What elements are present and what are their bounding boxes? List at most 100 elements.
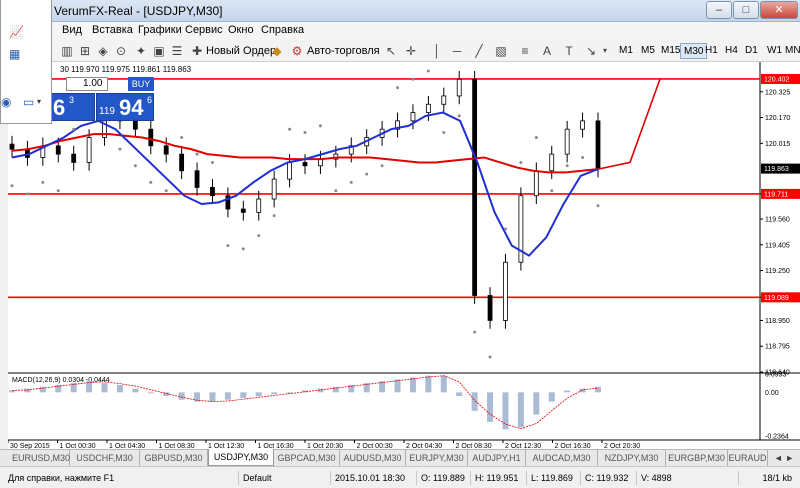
macd-histogram-bar	[116, 384, 123, 393]
chevron-down-icon[interactable]: ▾	[37, 96, 51, 108]
cursor-icon[interactable]: ↖	[384, 44, 398, 58]
tf-m1[interactable]: M1	[616, 43, 636, 59]
menu-insert[interactable]: Вставка	[92, 24, 133, 36]
new-order-button[interactable]: Новый Ордер	[206, 43, 276, 59]
tab-eurgbp[interactable]: EURGBP,M30	[666, 450, 728, 466]
tab-nzdjpy[interactable]: NZDJPY,M30	[598, 450, 666, 466]
tab-usdchf[interactable]: USDCHF,M30	[70, 450, 140, 466]
parabolic-sar-dot	[149, 180, 153, 184]
tab-eurjpy[interactable]: EURJPY,M30	[406, 450, 468, 466]
candle-down	[595, 120, 601, 170]
label-icon[interactable]: T	[562, 44, 576, 58]
status-high: H: 119.951	[470, 471, 530, 485]
status-traffic: 18/1 kb	[738, 471, 798, 485]
auto-trading-icon[interactable]: ⚙	[290, 44, 304, 58]
tab-eurusd[interactable]: EURUSD,M30	[12, 450, 70, 466]
tf-h4[interactable]: H4	[722, 43, 741, 59]
level-price-label: 119.711	[764, 191, 788, 198]
parabolic-sar-dot	[72, 127, 76, 131]
tab-gbpusd[interactable]: GBPUSD,M30	[140, 450, 208, 466]
market-watch-icon[interactable]: ◈	[96, 44, 110, 58]
parabolic-sar-dot	[426, 69, 430, 73]
chart-line-icon[interactable]: 📈	[9, 26, 24, 38]
vertical-line-icon[interactable]: │	[430, 44, 444, 58]
parabolic-sar-dot	[133, 164, 137, 168]
navigator-icon[interactable]: ✦	[134, 44, 148, 58]
parabolic-sar-dot	[226, 244, 230, 248]
buy-price-small: 119	[99, 106, 115, 117]
buy-price-sup: 6	[147, 95, 153, 105]
circle-icon[interactable]: ◉	[1, 96, 15, 108]
tab-usdjpy[interactable]: USDJPY,M30	[208, 449, 274, 466]
y-tick-label: 120.170	[765, 115, 790, 122]
macd-histogram-bar	[101, 383, 108, 393]
tab-euraud[interactable]: EURAUD	[728, 450, 768, 466]
data-window-icon[interactable]: ⊙	[114, 44, 128, 58]
macd-histogram-bar	[240, 392, 247, 398]
macd-histogram-bar	[271, 392, 278, 395]
buy-label[interactable]: BUY	[128, 77, 154, 91]
text-icon[interactable]: A	[540, 44, 554, 58]
candle-up	[564, 128, 570, 155]
crosshair-icon[interactable]: ✛	[404, 44, 418, 58]
trendline-icon[interactable]: ╱	[472, 44, 486, 58]
tf-d1[interactable]: D1	[742, 43, 761, 59]
tab-audusd[interactable]: AUDUSD,M30	[340, 450, 406, 466]
macd-histogram-bar	[595, 386, 601, 393]
window-icon[interactable]: ▭	[23, 96, 37, 108]
menu-tools[interactable]: Сервис	[185, 24, 223, 36]
metaeditor-icon[interactable]: ◆	[270, 44, 284, 58]
parabolic-sar-dot	[349, 180, 353, 184]
tester-icon[interactable]: ☰	[170, 44, 184, 58]
parabolic-sar-dot	[442, 131, 446, 135]
parabolic-sar-dot	[318, 124, 322, 128]
tf-m5[interactable]: M5	[638, 43, 658, 59]
tf-mn[interactable]: MN	[782, 43, 800, 59]
parabolic-sar-dot	[118, 147, 122, 151]
channel-icon[interactable]: ▧	[494, 44, 508, 58]
auto-trading-button[interactable]: Авто-торговля	[307, 43, 380, 59]
lot-size-input[interactable]: 1.00	[66, 77, 108, 91]
parabolic-sar-dot	[272, 214, 276, 218]
maximize-button[interactable]: □	[733, 1, 759, 19]
sell-price-big: 6	[53, 95, 66, 120]
tab-scroll-arrows[interactable]: ◄ ►	[768, 450, 800, 466]
tf-h1[interactable]: H1	[702, 43, 721, 59]
y-tick-label: 120.015	[765, 141, 790, 148]
grid-icon[interactable]: ▦	[9, 48, 23, 60]
minimize-button[interactable]: –	[706, 1, 732, 19]
candle-down	[55, 145, 61, 155]
parabolic-sar-dot	[550, 189, 554, 193]
sell-price-sup: 3	[69, 95, 75, 105]
parabolic-sar-dot	[195, 152, 199, 156]
close-button[interactable]: ✕	[760, 1, 798, 19]
macd-histogram-bar	[209, 392, 216, 402]
macd-histogram-bar	[487, 392, 494, 422]
parabolic-sar-dot	[411, 77, 415, 81]
terminal-icon[interactable]: ▣	[152, 44, 166, 58]
profiles-icon[interactable]: ⊞	[78, 44, 92, 58]
menu-view[interactable]: Вид	[62, 24, 82, 36]
buy-price-button[interactable]: 119 94 6	[96, 93, 154, 121]
status-profile[interactable]: Default	[238, 471, 328, 485]
floating-panel: 📈 ▦ ◉ ▭ ▾	[0, 0, 52, 124]
parabolic-sar-dot	[380, 164, 384, 168]
new-order-icon[interactable]: ✚	[190, 44, 204, 58]
menu-charts[interactable]: Графики	[138, 24, 182, 36]
chevron-down-icon[interactable]: ▾	[598, 44, 612, 58]
menu-window[interactable]: Окно	[228, 24, 254, 36]
tab-audcad[interactable]: AUDCAD,M30	[526, 450, 598, 466]
tab-gbpcad[interactable]: GBPCAD,M30	[274, 450, 340, 466]
parabolic-sar-dot	[180, 136, 184, 140]
tab-audjpy[interactable]: AUDJPY,H1	[468, 450, 526, 466]
macd-histogram-bar	[332, 386, 339, 393]
parabolic-sar-dot	[241, 247, 245, 251]
parabolic-sar-dot	[10, 184, 14, 188]
chart-bars-icon[interactable]: ▥	[60, 44, 74, 58]
arrows-icon[interactable]: ↘	[584, 44, 598, 58]
horizontal-line-icon[interactable]: ─	[450, 44, 464, 58]
fibonacci-icon[interactable]: ≡	[518, 44, 532, 58]
menu-help[interactable]: Справка	[261, 24, 304, 36]
candle-up	[287, 162, 292, 180]
macd-tick-label: 0.00	[765, 390, 779, 397]
